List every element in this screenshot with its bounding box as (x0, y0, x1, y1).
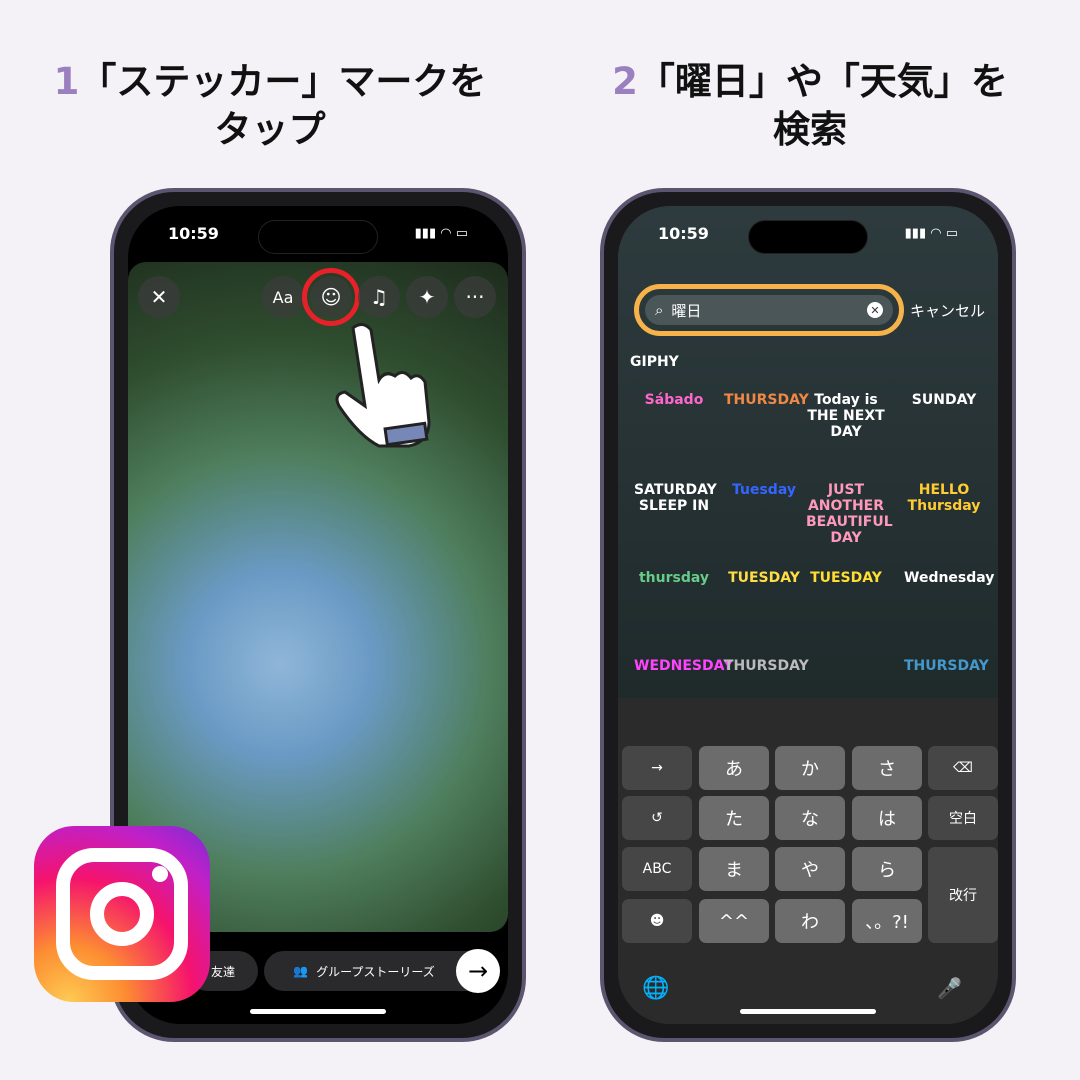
keyboard-key[interactable]: 空白 (928, 796, 998, 840)
keyboard-key[interactable]: か (775, 746, 845, 790)
keyboard-key[interactable]: ^^ (699, 899, 769, 943)
home-indicator (250, 1009, 386, 1014)
giphy-sticker[interactable]: Sábado (634, 392, 714, 408)
status-icons: ▮▮▮ ◠ ▭ (414, 226, 468, 241)
giphy-sticker[interactable]: THURSDAY (904, 658, 989, 674)
keyboard-key[interactable]: わ (775, 899, 845, 943)
dynamic-island (748, 220, 868, 254)
giphy-sticker[interactable]: JUST ANOTHER BEAUTIFUL DAY (806, 482, 893, 546)
more-button[interactable]: ··· (454, 276, 496, 318)
giphy-sticker[interactable]: Today is THE NEXT DAY (806, 392, 886, 440)
status-time: 10:59 (168, 224, 219, 243)
phone-2: 10:59 ▮▮▮ ◠ ▭ ⌕ 曜日 ✕ キャンセル GIPHY Sábado THU… (600, 188, 1016, 1042)
giphy-sticker[interactable]: SUNDAY (904, 392, 984, 408)
group-stories-button[interactable]: 👥 グループストーリーズ (264, 951, 464, 991)
step-1-title: 1「ステッカー」マークを タップ (53, 60, 487, 151)
search-icon: ⌕ (655, 301, 664, 319)
clear-icon[interactable]: ✕ (867, 302, 883, 318)
giphy-section-label: GIPHY (630, 354, 679, 370)
keyboard-key[interactable]: 、。?! (852, 899, 922, 943)
status-icons: ▮▮▮ ◠ ▭ (904, 226, 958, 241)
effects-button[interactable]: ✦ (406, 276, 448, 318)
next-button[interactable]: → (456, 949, 500, 993)
keyboard-key[interactable]: ま (699, 847, 769, 891)
status-time: 10:59 (658, 224, 709, 243)
giphy-sticker[interactable]: HELLO Thursday (904, 482, 984, 514)
keyboard-key[interactable]: は (852, 796, 922, 840)
keyboard-key[interactable]: な (775, 796, 845, 840)
text-button[interactable]: Aa (262, 276, 304, 318)
close-button[interactable]: ✕ (138, 276, 180, 318)
keyboard-key[interactable]: 改行 (928, 847, 998, 943)
keyboard-key[interactable]: た (699, 796, 769, 840)
keyboard-key[interactable]: ら (852, 847, 922, 891)
giphy-sticker[interactable]: thursday (634, 570, 714, 586)
search-input[interactable]: ⌕ 曜日 ✕ (645, 295, 893, 325)
giphy-sticker[interactable]: SATURDAY SLEEP IN (634, 482, 717, 514)
sticker-button[interactable]: ☺ (302, 268, 360, 326)
keyboard-key[interactable]: → (622, 746, 692, 790)
keyboard-key[interactable]: や (775, 847, 845, 891)
keyboard-key[interactable]: ↺ (622, 796, 692, 840)
group-icon: 👥 (293, 964, 309, 978)
keyboard-key[interactable]: あ (699, 746, 769, 790)
keyboard-key[interactable]: さ (852, 746, 922, 790)
music-button[interactable]: ♫ (358, 276, 400, 318)
giphy-sticker[interactable]: TUESDAY (806, 570, 886, 586)
microphone-icon[interactable]: 🎤 (937, 976, 962, 1000)
cancel-button[interactable]: キャンセル (910, 300, 985, 321)
step-2-title: 2「曜日」や「天気」を 検索 (612, 60, 1008, 151)
keyboard-key[interactable]: ☻ (622, 899, 692, 943)
giphy-sticker[interactable]: WEDNESDAY (634, 658, 733, 674)
pointing-hand-icon (335, 323, 431, 448)
giphy-sticker[interactable]: Tuesday (724, 482, 804, 498)
keyboard-key[interactable]: ABC (622, 847, 692, 891)
giphy-sticker[interactable]: THURSDAY (724, 392, 809, 408)
giphy-sticker[interactable]: THURSDAY (724, 658, 809, 674)
instagram-logo (34, 826, 210, 1002)
globe-icon[interactable]: 🌐 (642, 976, 669, 1001)
search-highlight: ⌕ 曜日 ✕ (634, 284, 904, 336)
giphy-sticker[interactable]: TUESDAY (724, 570, 804, 586)
home-indicator (740, 1009, 876, 1014)
giphy-sticker[interactable]: Wednesday (904, 570, 994, 586)
keyboard-key[interactable]: ⌫ (928, 746, 998, 790)
dynamic-island (258, 220, 378, 254)
